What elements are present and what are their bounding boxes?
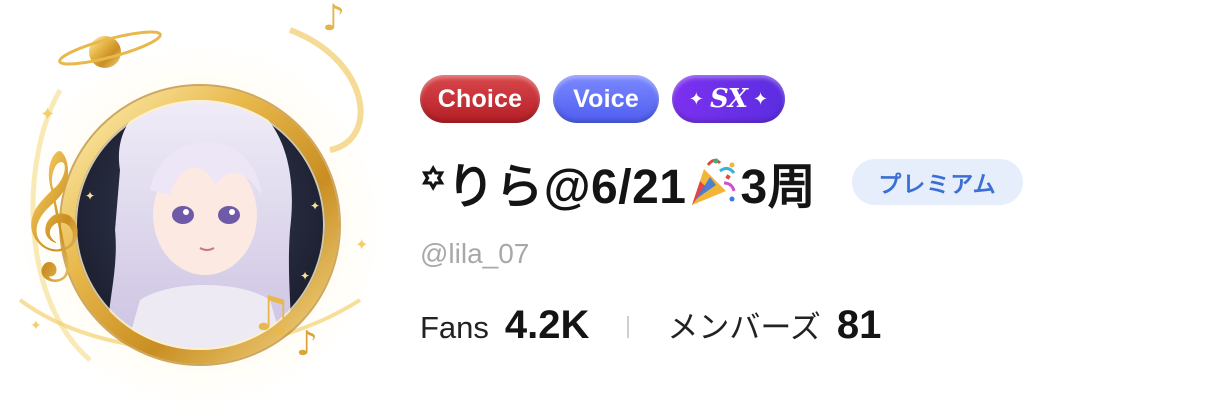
- choice-badge[interactable]: Choice: [420, 75, 540, 123]
- avatar-frame-image: ♪ ✦ ✦ ✦ ✦ ✦: [15, 0, 385, 410]
- svg-text:𝄞: 𝄞: [18, 148, 83, 282]
- sparkle-icon: ✦: [688, 88, 705, 109]
- user-handle: @lila_07: [420, 238, 530, 269]
- svg-text:♪: ♪: [322, 0, 345, 39]
- name-row: ꙳りら@6/21 3周 プレミアム: [420, 150, 1180, 214]
- svg-text:✦: ✦: [300, 269, 310, 283]
- sx-badge-label: SX: [710, 84, 748, 114]
- sx-badge[interactable]: ✦ SX ✦: [672, 75, 785, 123]
- svg-text:♪: ♪: [296, 324, 318, 364]
- svg-text:✦: ✦: [85, 189, 95, 203]
- profile-info: Choice Voice ✦ SX ✦ ꙳りら@6/21 3周 プレミアム @l…: [420, 74, 1180, 352]
- party-popper-icon: [692, 158, 736, 205]
- display-name-suffix: 3周: [740, 161, 817, 214]
- members-label[interactable]: メンバーズ: [667, 302, 820, 347]
- sparkle-icon: ✦: [752, 88, 769, 109]
- fans-count[interactable]: 4.2K: [505, 303, 590, 348]
- stats-divider: [627, 316, 630, 338]
- badge-row: Choice Voice ✦ SX ✦: [420, 74, 1180, 124]
- display-name-prefix: ꙳りら@6/21: [420, 160, 687, 214]
- svg-text:✦: ✦: [30, 317, 42, 333]
- members-count[interactable]: 81: [837, 303, 882, 348]
- profile-avatar[interactable]: ♪ ✦ ✦ ✦ ✦ ✦: [0, 0, 400, 416]
- display-name: ꙳りら@6/21 3周: [420, 147, 816, 218]
- svg-text:✦: ✦: [40, 104, 55, 124]
- svg-text:✦: ✦: [310, 199, 320, 213]
- premium-badge[interactable]: プレミアム: [852, 159, 1023, 205]
- voice-badge[interactable]: Voice: [553, 75, 659, 123]
- svg-text:✦: ✦: [355, 237, 368, 254]
- svg-text:♫: ♫: [250, 286, 293, 342]
- stats-row: Fans 4.2K メンバーズ 81: [420, 302, 1180, 352]
- fans-label[interactable]: Fans: [420, 310, 489, 346]
